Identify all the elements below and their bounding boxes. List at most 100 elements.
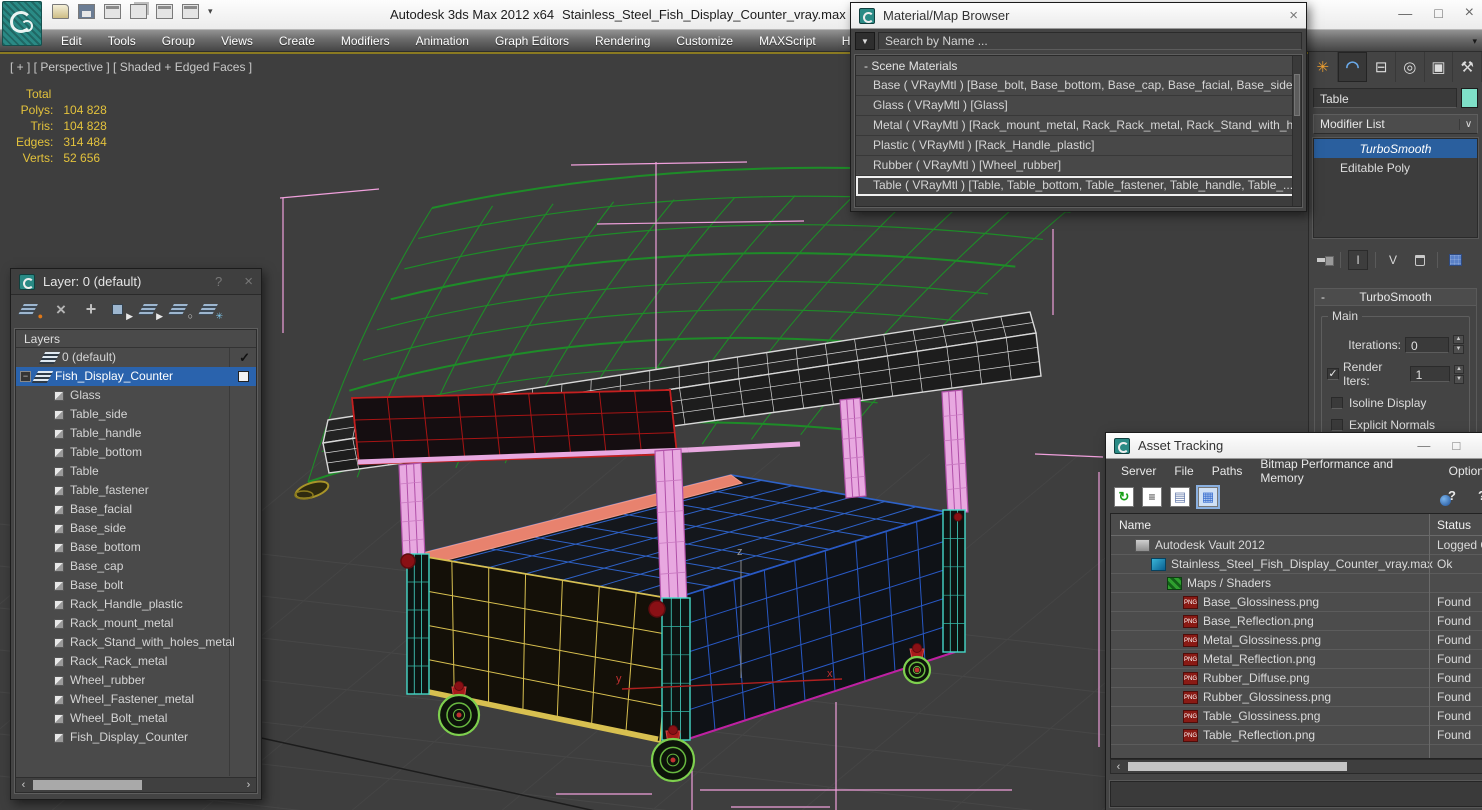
layer-object-row[interactable]: Wheel_Bolt_metal [16, 709, 256, 728]
scrollbar-thumb[interactable] [33, 780, 143, 790]
close-icon[interactable]: × [1289, 7, 1298, 24]
asset-row[interactable]: PNG Base_Glossiness.png Found [1111, 593, 1482, 612]
layer-object-row[interactable]: Table_bottom [16, 443, 256, 462]
material-row[interactable]: Table ( VRayMtl ) [Table, Table_bottom, … [856, 176, 1301, 196]
layer-object-row[interactable]: Table_fastener [16, 481, 256, 500]
render-iters-checkbox[interactable]: ✓ [1326, 368, 1339, 380]
create-tab-icon[interactable]: ✳ [1309, 52, 1338, 82]
layer-object-row[interactable]: Glass [16, 386, 256, 405]
menu-item[interactable]: Animation [403, 34, 482, 48]
material-browser-titlebar[interactable]: Material/Map Browser × [851, 3, 1306, 29]
add-selection-to-layer-icon[interactable]: ▶ [111, 302, 133, 321]
asset-row[interactable]: PNG Metal_Reflection.png Found [1111, 650, 1482, 669]
menu-item[interactable]: File [1165, 464, 1202, 478]
maximize-button[interactable]: □ [1434, 5, 1442, 21]
create-new-layer-icon[interactable]: ● [18, 302, 43, 321]
asset-row[interactable]: Maps / Shaders [1111, 574, 1482, 593]
layer-horizontal-scrollbar[interactable]: ‹ › [16, 777, 256, 792]
scroll-left-icon[interactable]: ‹ [16, 779, 31, 791]
menu-item[interactable]: Modifiers [328, 34, 403, 48]
asset-row[interactable]: Stainless_Steel_Fish_Display_Counter_vra… [1111, 555, 1482, 574]
scroll-left-icon[interactable]: ‹ [1111, 761, 1126, 773]
add-to-layer-icon[interactable]: + [81, 300, 101, 318]
asset-horizontal-scrollbar[interactable]: ‹ › [1110, 759, 1482, 774]
menu-item[interactable]: Tools [95, 34, 149, 48]
minimize-icon[interactable]: — [1417, 438, 1430, 453]
table-view-icon[interactable]: ▦ [1196, 485, 1220, 509]
modify-tab-icon[interactable]: ◠ [1337, 52, 1368, 82]
asset-row[interactable]: PNG Metal_Glossiness.png Found [1111, 631, 1482, 650]
menu-item[interactable]: Paths [1203, 464, 1252, 478]
layer-object-row[interactable]: Base_bottom [16, 538, 256, 557]
report-view-icon[interactable]: ≡ [1142, 487, 1162, 507]
asset-row[interactable]: Autodesk Vault 2012 Logged Out [1111, 536, 1482, 555]
delete-layer-icon[interactable]: × [51, 301, 71, 318]
layers-column-header[interactable]: Layers [16, 330, 256, 348]
qat-overflow-icon[interactable]: ▾ [208, 6, 213, 17]
layer-object-row[interactable]: Fish_Display_Counter [16, 728, 256, 747]
hierarchy-view-icon[interactable]: ▤ [1170, 487, 1190, 507]
scene-materials-group-header[interactable]: - Scene Materials [856, 56, 1301, 76]
layer-object-row[interactable]: Wheel_rubber [16, 671, 256, 690]
pin-stack-icon[interactable] [1313, 250, 1334, 270]
render-iters-spinner[interactable]: ▲ ▼ [1454, 364, 1464, 384]
menu-item[interactable]: Views [208, 34, 266, 48]
close-icon[interactable]: × [244, 273, 253, 290]
application-menu-button[interactable] [2, 1, 42, 46]
layer-row-default[interactable]: 0 (default) ✓ [16, 348, 256, 367]
menu-item[interactable]: Graph Editors [482, 34, 582, 48]
menu-item[interactable]: Group [149, 34, 208, 48]
display-tab-icon[interactable]: ▣ [1425, 52, 1454, 82]
undo-scene-icon[interactable] [104, 4, 121, 19]
layer-object-row[interactable]: Table_handle [16, 424, 256, 443]
layer-object-row[interactable]: Rack_mount_metal [16, 614, 256, 633]
render-setup-icon[interactable] [182, 4, 199, 19]
material-row[interactable]: Rubber ( VRayMtl ) [Wheel_rubber] [856, 156, 1301, 176]
filter-dropdown-icon[interactable]: ▼ [855, 32, 875, 50]
menu-item[interactable]: Server [1112, 464, 1165, 478]
layer-dialog-titlebar[interactable]: Layer: 0 (default) ? × [11, 269, 261, 295]
layer-object-row[interactable]: Table [16, 462, 256, 481]
asset-row[interactable]: PNG Table_Glossiness.png Found [1111, 707, 1482, 726]
layer-object-row[interactable]: Table_side [16, 405, 256, 424]
asset-row[interactable]: PNG Rubber_Glossiness.png Found [1111, 688, 1482, 707]
object-name-field[interactable]: Table [1313, 88, 1457, 108]
isoline-display-checkbox[interactable] [1331, 397, 1343, 409]
menu-item[interactable]: Edit [48, 34, 95, 48]
name-column-header[interactable]: Name [1111, 518, 1151, 532]
asset-row[interactable]: PNG Table_Reflection.png Found [1111, 726, 1482, 745]
help-icon[interactable]: ? [215, 274, 222, 289]
viewport-label[interactable]: [ + ] [ Perspective ] [ Shaded + Edged F… [10, 60, 252, 74]
material-row[interactable]: Base ( VRayMtl ) [Base_bolt, Base_bottom… [856, 76, 1301, 96]
highlight-selected-layer-icon[interactable]: ○ [168, 302, 193, 321]
status-column-header[interactable]: Status [1437, 514, 1471, 536]
open-file-icon[interactable] [52, 4, 69, 19]
minimize-button[interactable]: — [1398, 5, 1412, 21]
asset-tracking-titlebar[interactable]: Asset Tracking — □ × [1106, 433, 1482, 459]
layer-row-selected[interactable]: − Fish_Display_Counter [16, 367, 256, 386]
utilities-tab-icon[interactable]: ⚒ [1453, 52, 1482, 82]
hide-freeze-layer-icon[interactable]: ✳ [198, 302, 223, 321]
layer-object-row[interactable]: Rack_Stand_with_holes_metal [16, 633, 256, 652]
menu-item[interactable]: MAXScript [746, 34, 829, 48]
menu-item[interactable]: Bitmap Performance and Memory [1251, 457, 1439, 485]
menu-item[interactable]: Create [266, 34, 328, 48]
layer-object-row[interactable]: Wheel_Fastener_metal [16, 690, 256, 709]
remove-modifier-icon[interactable] [1410, 250, 1430, 270]
layer-object-row[interactable]: Base_cap [16, 557, 256, 576]
layer-object-row[interactable]: Rack_Rack_metal [16, 652, 256, 671]
chevron-down-icon[interactable]: ∨ [1459, 118, 1477, 130]
menu-item[interactable]: Rendering [582, 34, 663, 48]
scrollbar-thumb[interactable] [1294, 74, 1300, 116]
refresh-icon[interactable]: ↻ [1114, 487, 1134, 507]
material-row[interactable]: Plastic ( VRayMtl ) [Rack_Handle_plastic… [856, 136, 1301, 156]
modifier-list-dropdown[interactable]: Modifier List ∨ [1313, 114, 1478, 134]
scrollbar-thumb[interactable] [1128, 762, 1347, 771]
show-end-result-icon[interactable]: I [1348, 250, 1368, 270]
toolbar-overflow-icon[interactable]: ▾ [1472, 36, 1477, 47]
hierarchy-tab-icon[interactable]: ⊟ [1367, 52, 1397, 82]
layer-object-row[interactable]: Base_bolt [16, 576, 256, 595]
menu-item[interactable]: Options [1440, 464, 1482, 478]
material-row[interactable]: Glass ( VRayMtl ) [Glass] [856, 96, 1301, 116]
project-folder-icon[interactable] [156, 4, 173, 19]
